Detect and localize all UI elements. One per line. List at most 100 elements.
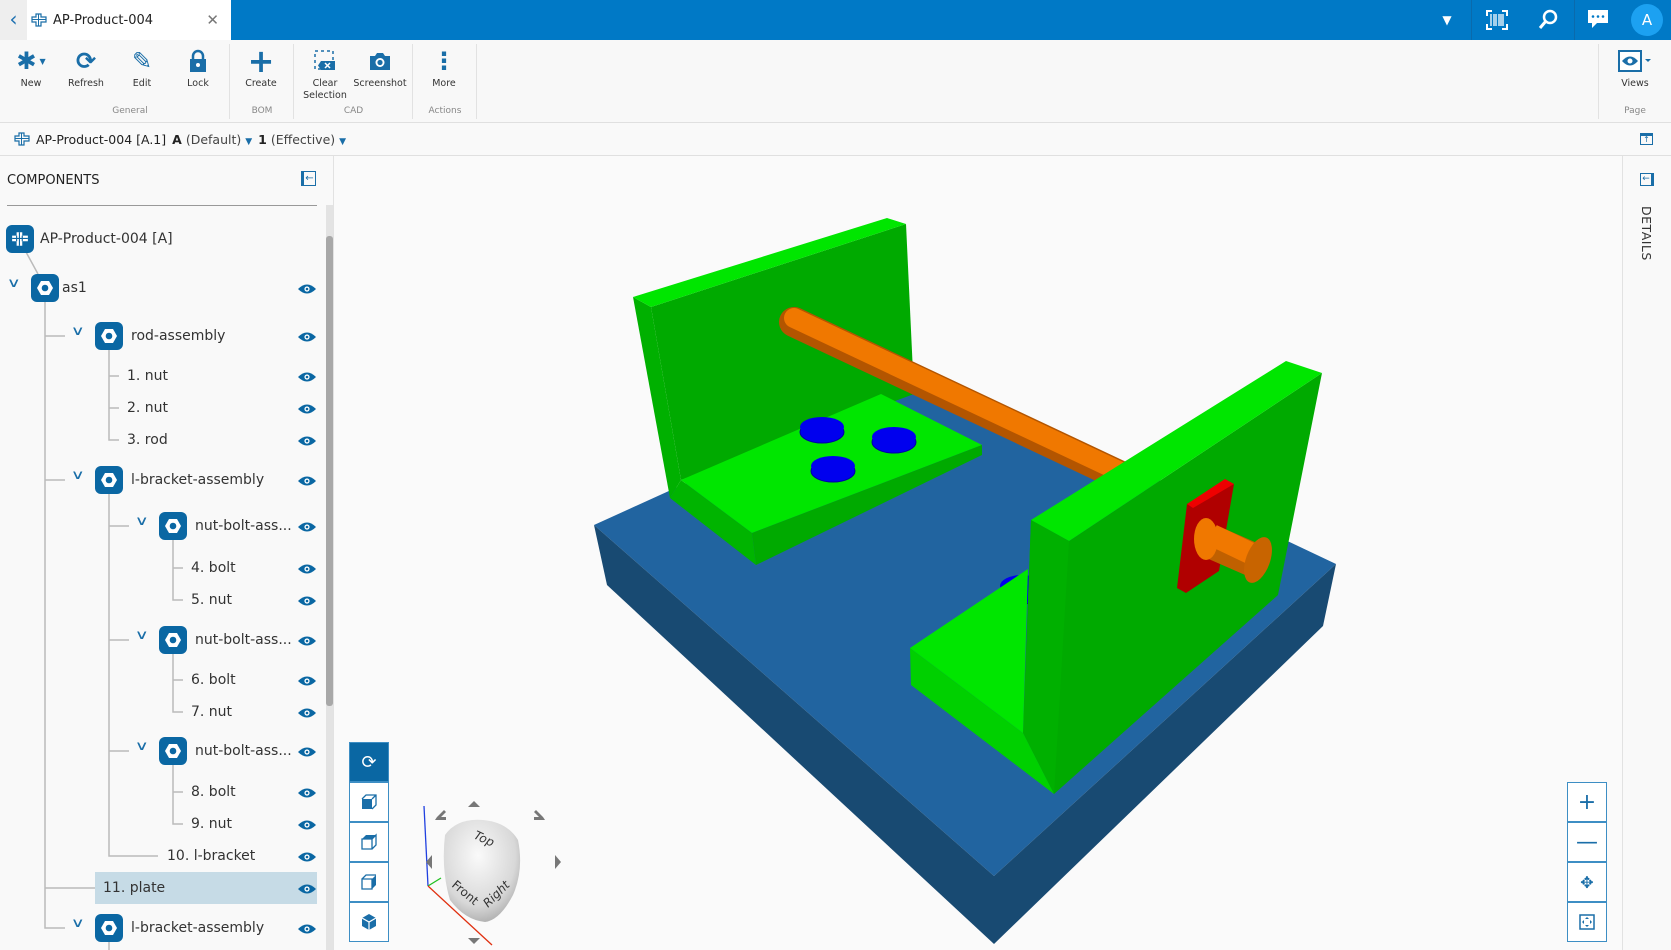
new-button[interactable]: ✱ ▼ New <box>1 44 61 90</box>
fit-all-button[interactable] <box>1567 902 1607 942</box>
divider <box>1598 44 1599 119</box>
chevron-down-icon[interactable]: ∨ <box>71 916 85 931</box>
right-view-button[interactable] <box>349 862 389 902</box>
chevron-down-icon[interactable]: ∨ <box>7 276 21 291</box>
zoom-out-button[interactable]: — <box>1567 822 1607 862</box>
tree-item[interactable]: nut-bolt-ass... <box>195 512 292 540</box>
tree-item-label: 11. plate <box>103 880 166 896</box>
tree-item[interactable]: 7. nut <box>191 698 232 726</box>
lock-button[interactable]: Lock <box>168 44 228 90</box>
revision-note: (Default) <box>185 131 242 147</box>
top-view-button[interactable] <box>349 822 389 862</box>
expand-header-icon[interactable]: ↑ <box>1640 133 1653 145</box>
details-tab[interactable]: DETAILS <box>1639 206 1654 261</box>
tree-item[interactable]: AP-Product-004 [A] <box>40 225 173 253</box>
front-view-button[interactable] <box>349 782 389 822</box>
views-button[interactable]: Views <box>1605 44 1665 90</box>
cube-top-icon <box>361 833 377 850</box>
visibility-eye-icon[interactable] <box>297 920 317 934</box>
tree-item[interactable]: 2. nut <box>127 394 168 422</box>
visibility-eye-icon[interactable] <box>297 704 317 718</box>
visibility-eye-icon[interactable] <box>297 280 317 294</box>
visibility-eye-icon[interactable] <box>297 672 317 686</box>
divider <box>476 44 477 119</box>
edit-button[interactable]: ✎ Edit <box>112 44 172 90</box>
barcode-scan-icon[interactable] <box>1486 10 1508 34</box>
chevron-down-icon[interactable]: ∨ <box>135 739 149 754</box>
create-button[interactable]: + Create <box>231 42 291 90</box>
toolbar: ✱ ▼ New ⟳ Refresh ✎ Edit Lock + Create Clear S… <box>0 40 1671 123</box>
tree-item[interactable]: 11. plate <box>103 874 165 902</box>
visibility-eye-icon[interactable] <box>297 400 317 414</box>
edit-label: Edit <box>132 78 152 89</box>
tree-item[interactable]: 4. bolt <box>191 554 236 582</box>
tree-item-label: rod-assembly <box>131 328 226 344</box>
visibility-eye-icon[interactable] <box>297 328 317 342</box>
revision-select[interactable]: A (Default) ▼ <box>172 132 252 147</box>
visibility-eye-icon[interactable] <box>297 784 317 798</box>
tree-item[interactable]: 10. l-bracket <box>167 842 255 870</box>
pan-button[interactable]: ✥ <box>1567 862 1607 902</box>
effectivity-select[interactable]: 1 (Effective) ▼ <box>258 132 346 147</box>
rotate-right-arrow[interactable] <box>555 855 561 869</box>
cube-right-icon <box>361 874 376 890</box>
tree-item[interactable]: nut-bolt-ass... <box>195 737 292 765</box>
visibility-eye-icon[interactable] <box>297 432 317 446</box>
chevron-down-icon[interactable]: ∨ <box>71 468 85 483</box>
rotate-down-arrow[interactable] <box>468 938 480 944</box>
visibility-eye-icon[interactable] <box>297 880 317 894</box>
eye-icon <box>1605 44 1665 78</box>
iso-view-button[interactable] <box>349 902 389 942</box>
screenshot-button[interactable]: Screenshot <box>350 44 410 90</box>
tree-item-label: 9. nut <box>191 816 233 832</box>
view-cube[interactable]: Top Front Right <box>415 790 575 950</box>
rotate-cw-arrow[interactable] <box>534 810 545 820</box>
tree-item[interactable]: nut-bolt-ass... <box>195 626 292 654</box>
orbit-icon: ⟳ <box>361 751 377 773</box>
tab-ap-product[interactable]: AP-Product-004 ✕ <box>27 0 231 40</box>
tree-item[interactable]: 1. nut <box>127 362 168 390</box>
tree-item[interactable]: l-bracket-assembly <box>131 914 264 942</box>
chevron-down-icon[interactable]: ▼ <box>1435 0 1459 40</box>
more-button[interactable]: ⋮ More <box>414 44 474 90</box>
clear-selection-button[interactable]: Clear Selection <box>295 44 355 102</box>
fit-view-icon <box>1579 914 1595 930</box>
visibility-eye-icon[interactable] <box>297 743 317 757</box>
tree-item[interactable]: 9. nut <box>191 810 232 838</box>
assembly-icon <box>159 737 187 765</box>
visibility-eye-icon[interactable] <box>297 560 317 574</box>
refresh-button[interactable]: ⟳ Refresh <box>56 44 116 90</box>
close-tab-icon[interactable]: ✕ <box>206 11 219 29</box>
chevron-down-icon[interactable]: ∨ <box>71 324 85 339</box>
chevron-down-icon[interactable]: ∨ <box>135 514 149 529</box>
product-icon <box>14 132 30 146</box>
tree-item-label: nut-bolt-ass... <box>195 743 292 759</box>
search-icon[interactable] <box>1537 9 1559 35</box>
tree-item[interactable]: 8. bolt <box>191 778 236 806</box>
tree-item[interactable]: as1 <box>62 274 87 302</box>
visibility-eye-icon[interactable] <box>297 848 317 862</box>
rotate-ccw-arrow[interactable] <box>435 810 446 820</box>
group-label-bom: BOM <box>251 106 273 116</box>
tree-item[interactable]: 6. bolt <box>191 666 236 694</box>
back-button[interactable]: ‹ <box>0 0 27 40</box>
visibility-eye-icon[interactable] <box>297 632 317 646</box>
tree-item[interactable]: 5. nut <box>191 586 232 614</box>
visibility-eye-icon[interactable] <box>297 368 317 382</box>
scrollbar-thumb[interactable] <box>326 236 333 706</box>
tree-item[interactable]: 3. rod <box>127 426 168 454</box>
visibility-eye-icon[interactable] <box>297 472 317 486</box>
avatar[interactable]: A <box>1631 4 1663 36</box>
rotate-up-arrow[interactable] <box>468 801 480 807</box>
breadcrumb-item[interactable]: AP-Product-004 [A.1] <box>36 132 166 147</box>
tree-item[interactable]: rod-assembly <box>131 322 225 350</box>
visibility-eye-icon[interactable] <box>297 592 317 606</box>
visibility-eye-icon[interactable] <box>297 518 317 532</box>
visibility-eye-icon[interactable] <box>297 816 317 830</box>
tree-item[interactable]: l-bracket-assembly <box>131 466 264 494</box>
zoom-in-button[interactable]: + <box>1567 782 1607 822</box>
chat-icon[interactable] <box>1587 9 1609 33</box>
expand-details-icon[interactable]: ← <box>1640 173 1654 186</box>
chevron-down-icon[interactable]: ∨ <box>135 628 149 643</box>
orbit-button[interactable]: ⟳ <box>349 742 389 782</box>
